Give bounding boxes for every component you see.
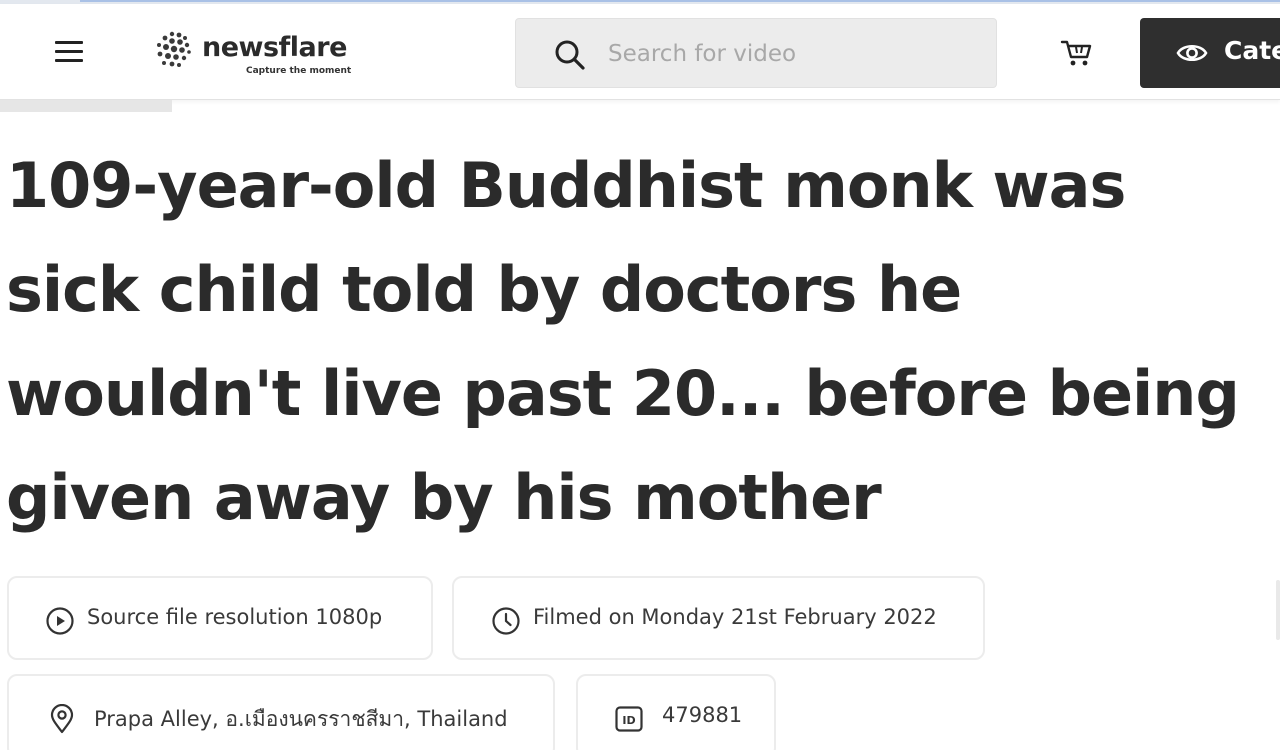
location-info: Prapa Alley, อ.เมืองนครราชสีมา, Thailand bbox=[7, 674, 555, 750]
categories-label: Categ bbox=[1224, 36, 1280, 65]
site-header: newsflare Capture the moment Categ bbox=[0, 4, 1280, 100]
newsflare-logo-icon bbox=[157, 31, 191, 67]
eye-icon bbox=[1176, 44, 1208, 62]
filmed-date-info: Filmed on Monday 21st February 2022 bbox=[452, 576, 985, 660]
clock-icon bbox=[492, 607, 520, 635]
scrollbar-edge[interactable] bbox=[1276, 580, 1280, 640]
breadcrumb-tab bbox=[0, 100, 172, 112]
play-circle-icon bbox=[46, 607, 74, 635]
hamburger-menu-icon[interactable] bbox=[55, 41, 83, 63]
article-title: 109-year-old Buddhist monk was sick chil… bbox=[6, 149, 1240, 534]
filmed-date-text: Filmed on Monday 21st February 2022 bbox=[533, 605, 937, 629]
newsflare-logo[interactable]: newsflare Capture the moment bbox=[154, 30, 364, 80]
logo-wordmark: newsflare bbox=[202, 32, 347, 63]
location-text: Prapa Alley, อ.เมืองนครราชสีมา, Thailand bbox=[94, 707, 508, 731]
location-pin-icon bbox=[50, 704, 74, 734]
resolution-info: Source file resolution 1080p bbox=[7, 576, 433, 660]
video-id-text: 479881 bbox=[662, 703, 743, 727]
categories-button[interactable]: Categ bbox=[1140, 18, 1280, 88]
loading-bar bbox=[80, 0, 1280, 2]
id-badge-icon: ID bbox=[615, 706, 643, 732]
cart-icon[interactable] bbox=[1060, 38, 1094, 68]
search-bar[interactable] bbox=[515, 18, 997, 88]
search-icon[interactable] bbox=[554, 39, 586, 71]
video-id-info: ID 479881 bbox=[576, 674, 776, 750]
logo-tagline: Capture the moment bbox=[246, 66, 352, 76]
resolution-text: Source file resolution 1080p bbox=[87, 605, 383, 629]
svg-text:ID: ID bbox=[622, 714, 635, 727]
search-input[interactable] bbox=[608, 35, 978, 73]
